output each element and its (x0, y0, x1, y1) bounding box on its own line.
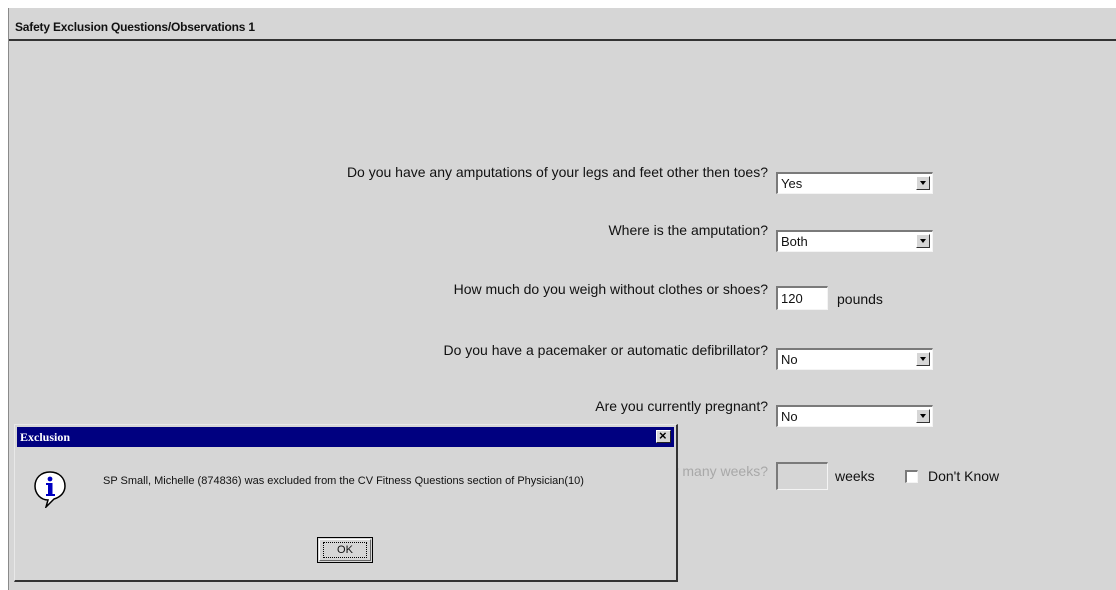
chevron-down-icon[interactable] (916, 409, 930, 423)
pregnant-select[interactable]: No (776, 405, 933, 427)
chevron-down-icon[interactable] (916, 234, 930, 248)
header-divider (9, 39, 1116, 41)
weight-unit-label: pounds (837, 291, 883, 307)
section-title: Safety Exclusion Questions/Observations … (15, 20, 255, 34)
section-header: Safety Exclusion Questions/Observations … (9, 8, 1116, 41)
amputation-location-label: Where is the amputation? (608, 222, 768, 238)
dialog-title: Exclusion (20, 430, 71, 444)
pacemaker-select-value: No (781, 352, 798, 367)
weeks-input[interactable] (776, 462, 828, 490)
chevron-down-icon[interactable] (916, 352, 930, 366)
dialog-message: SP Small, Michelle (874836) was excluded… (103, 475, 584, 487)
pregnant-select-value: No (781, 409, 798, 424)
pacemaker-question-label: Do you have a pacemaker or automatic def… (443, 342, 768, 358)
ok-button[interactable]: OK (317, 537, 373, 563)
amputation-select-value: Yes (781, 176, 803, 191)
close-button[interactable]: × (656, 428, 671, 443)
info-icon (34, 471, 66, 508)
weight-input[interactable]: 120 (776, 286, 828, 310)
amputation-question-label: Do you have any amputations of your legs… (346, 164, 768, 180)
amputation-location-value: Both (781, 234, 808, 249)
dont-know-label: Don't Know (928, 468, 1000, 484)
amputation-select[interactable]: Yes (776, 172, 933, 194)
chevron-down-icon[interactable] (916, 176, 930, 190)
close-icon: × (659, 428, 667, 443)
ok-button-label: OK (323, 542, 367, 558)
dialog-titlebar[interactable]: Exclusion × (17, 427, 674, 447)
pregnant-question-label: Are you currently pregnant? (595, 398, 768, 414)
amputation-location-select[interactable]: Both (776, 230, 933, 252)
dont-know-checkbox[interactable] (905, 470, 918, 483)
weeks-unit-label: weeks (835, 468, 875, 484)
weight-question-label: How much do you weigh without clothes or… (453, 281, 768, 297)
exclusion-dialog: Exclusion × SP Small, Michelle (874836) … (14, 424, 678, 582)
pacemaker-select[interactable]: No (776, 348, 933, 370)
